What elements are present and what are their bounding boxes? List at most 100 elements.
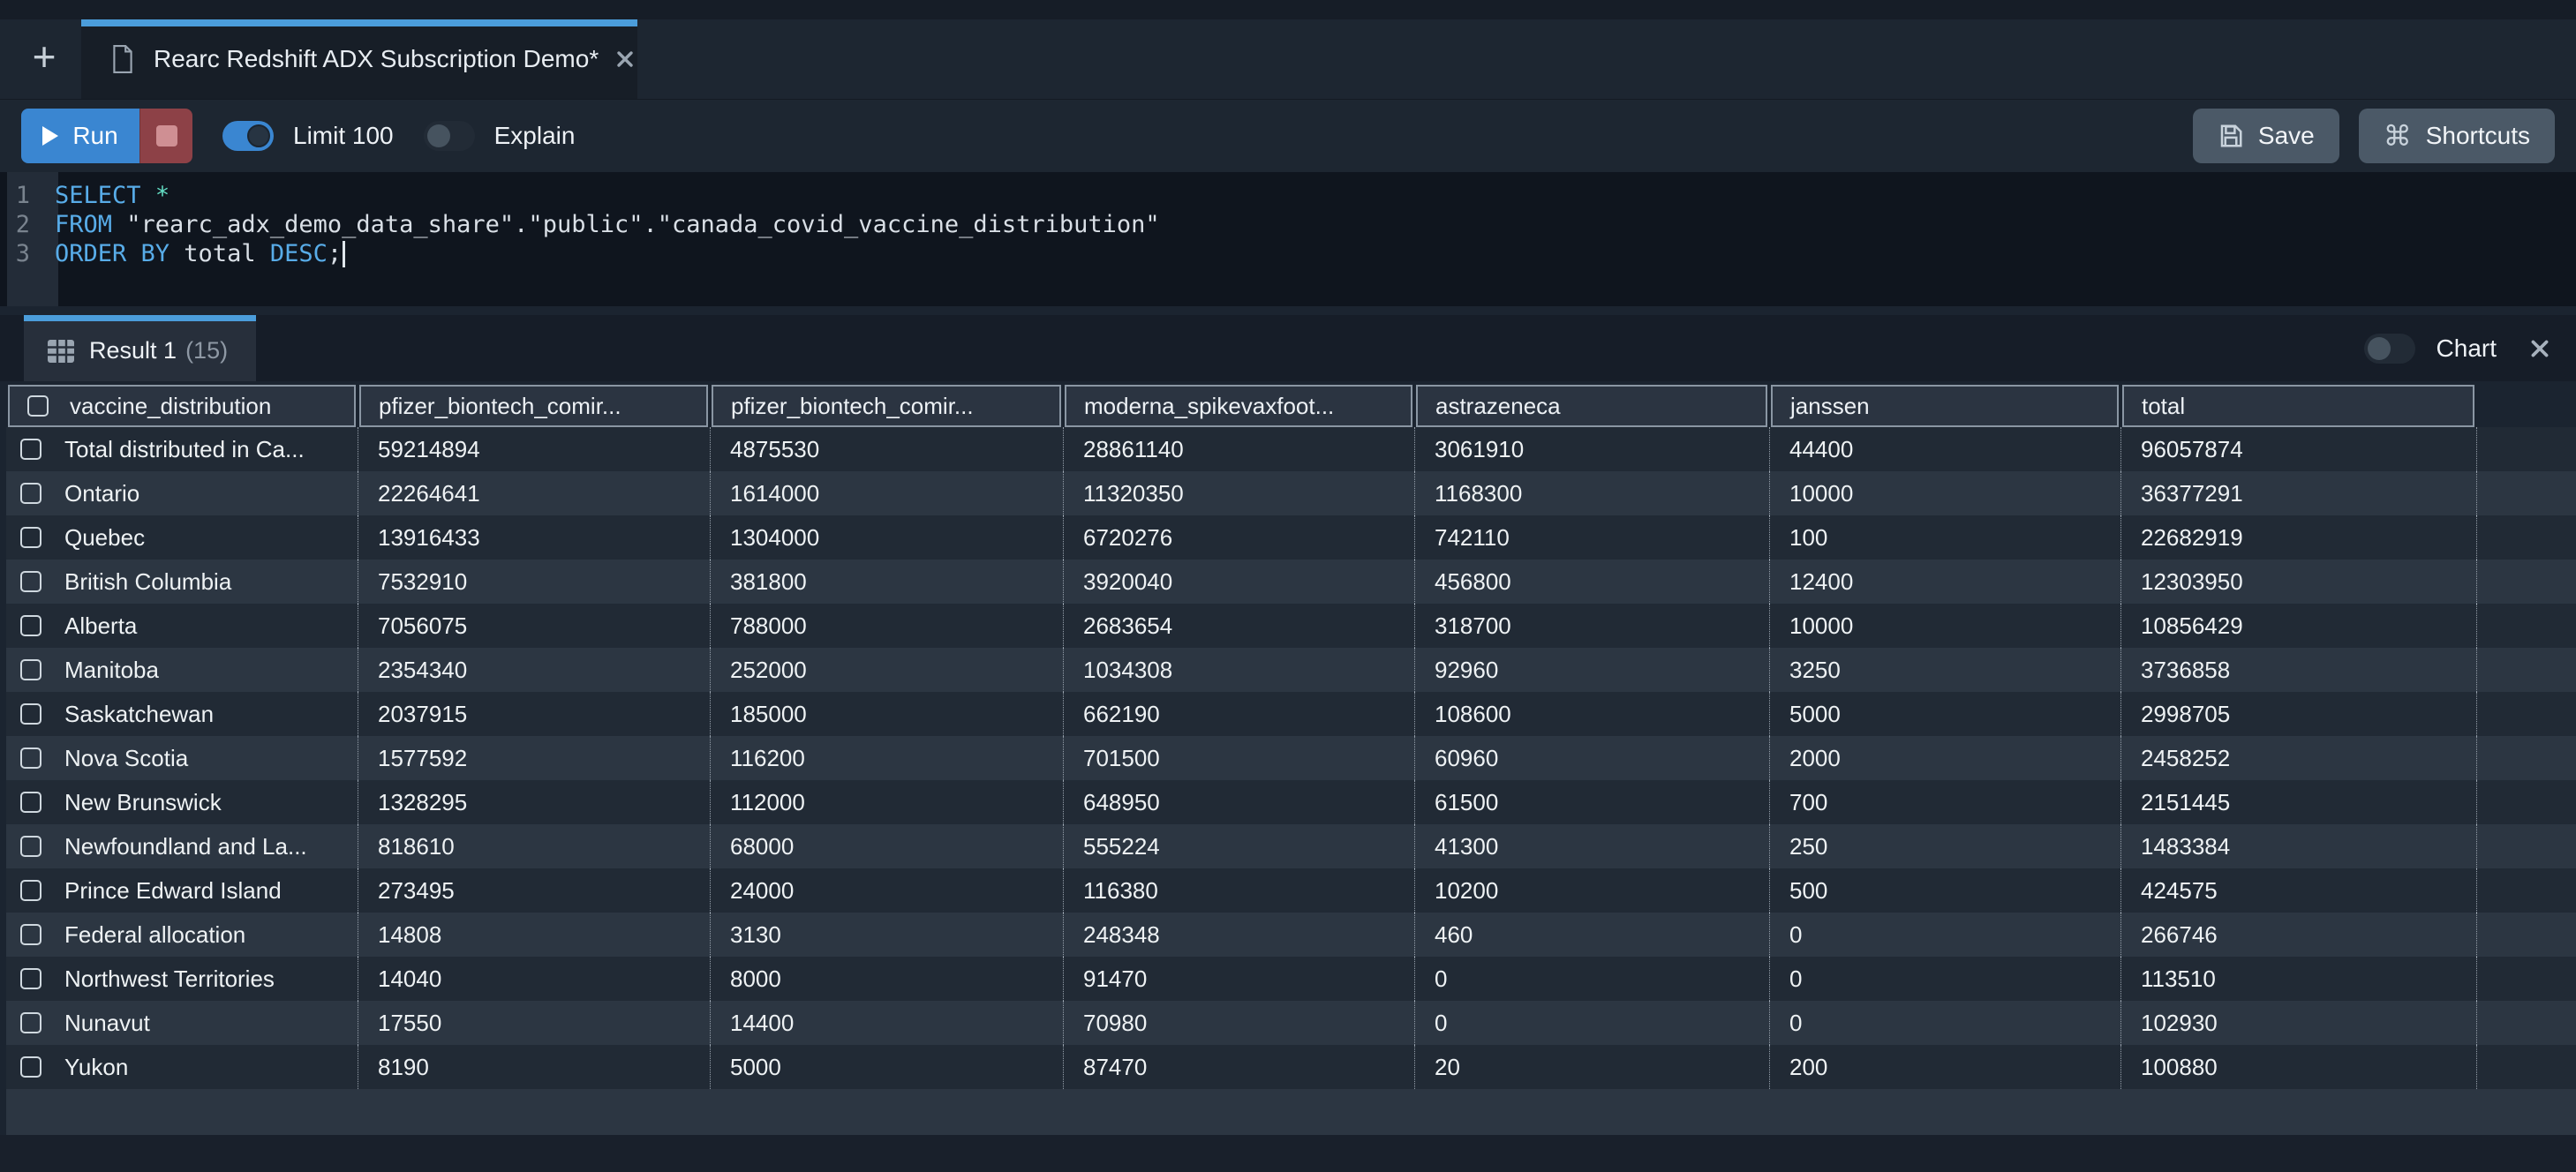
- row-checkbox[interactable]: [20, 527, 41, 548]
- sql-editor[interactable]: 1SELECT *2FROM "rearc_adx_demo_data_shar…: [0, 172, 2576, 306]
- row-checkbox[interactable]: [20, 703, 41, 725]
- column-header[interactable]: pfizer_biontech_comir...: [712, 385, 1061, 427]
- cell: 3736858: [2120, 648, 2476, 692]
- cell-value: 10000: [1789, 612, 1853, 640]
- table-row: Nova Scotia15775921162007015006096020002…: [6, 736, 2576, 780]
- column-header[interactable]: vaccine_distribution: [8, 385, 356, 427]
- cell-value: 250: [1789, 833, 1827, 860]
- cell: 8000: [710, 957, 1063, 1001]
- cell: 273495: [358, 868, 710, 913]
- row-checkbox[interactable]: [20, 836, 41, 857]
- bottom-background: [0, 1135, 2576, 1172]
- save-button[interactable]: Save: [2193, 109, 2339, 163]
- tab-title: Rearc Redshift ADX Subscription Demo*: [154, 45, 599, 73]
- cell-value: 273495: [378, 877, 455, 905]
- row-checkbox[interactable]: [20, 880, 41, 901]
- row-checkbox[interactable]: [20, 748, 41, 769]
- row-checkbox[interactable]: [20, 439, 41, 460]
- limit-toggle[interactable]: [222, 121, 274, 151]
- cell-value: 701500: [1083, 745, 1160, 772]
- cell-value: 100: [1789, 524, 1827, 552]
- cell: 17550: [358, 1001, 710, 1045]
- cell: 318700: [1414, 604, 1769, 648]
- cell: Federal allocation: [6, 913, 358, 957]
- code-token: ;: [328, 240, 342, 267]
- run-button[interactable]: Run: [21, 109, 139, 163]
- cell: 2037915: [358, 692, 710, 736]
- command-icon: ⌘: [2384, 122, 2412, 150]
- cell: 2683654: [1063, 604, 1414, 648]
- cell: 5000: [710, 1045, 1063, 1089]
- cell-value: Alberta: [64, 612, 137, 640]
- cell-value: 248348: [1083, 921, 1160, 949]
- cell: 22682919: [2120, 515, 2476, 560]
- cell: 87470: [1063, 1045, 1414, 1089]
- cell-value: 70980: [1083, 1010, 1147, 1037]
- row-checkbox[interactable]: [20, 1012, 41, 1033]
- row-checkbox[interactable]: [20, 1056, 41, 1078]
- row-checkbox[interactable]: [20, 924, 41, 945]
- cell-value: 3061910: [1435, 436, 1524, 463]
- cell: 266746: [2120, 913, 2476, 957]
- cell-value: 92960: [1435, 657, 1498, 684]
- table-row: Federal allocation1480831302483484600266…: [6, 913, 2576, 957]
- table-row: Total distributed in Ca...59214894487553…: [6, 427, 2576, 471]
- cell: Prince Edward Island: [6, 868, 358, 913]
- results-close-icon[interactable]: [2528, 337, 2551, 360]
- editor-tab[interactable]: Rearc Redshift ADX Subscription Demo*: [81, 19, 637, 99]
- cell: 1328295: [358, 780, 710, 824]
- cell: 1168300: [1414, 471, 1769, 515]
- row-checkbox[interactable]: [20, 571, 41, 592]
- cell: 2458252: [2120, 736, 2476, 780]
- stop-button[interactable]: [139, 109, 192, 163]
- cell: 6720276: [1063, 515, 1414, 560]
- cell: 200: [1769, 1045, 2120, 1089]
- cell: 100: [1769, 515, 2120, 560]
- column-header[interactable]: astrazeneca: [1416, 385, 1767, 427]
- tab-close-icon[interactable]: [614, 49, 636, 70]
- cell-value: 2458252: [2141, 745, 2230, 772]
- cell: 13916433: [358, 515, 710, 560]
- chart-toggle[interactable]: [2364, 334, 2415, 364]
- cell: 24000: [710, 868, 1063, 913]
- cell-value: 17550: [378, 1010, 441, 1037]
- limit-label: Limit 100: [293, 122, 394, 150]
- cell: 5000: [1769, 692, 2120, 736]
- cell-value: Northwest Territories: [64, 965, 275, 993]
- cell-value: 2998705: [2141, 701, 2230, 728]
- cell: 662190: [1063, 692, 1414, 736]
- header-filler: [2476, 385, 2576, 427]
- row-checkbox[interactable]: [20, 659, 41, 680]
- row-checkbox[interactable]: [20, 792, 41, 813]
- row-checkbox[interactable]: [20, 483, 41, 504]
- column-header[interactable]: moderna_spikevaxfoot...: [1065, 385, 1412, 427]
- column-header[interactable]: total: [2122, 385, 2474, 427]
- select-all-checkbox[interactable]: [27, 395, 49, 417]
- cell: Saskatchewan: [6, 692, 358, 736]
- cell: 424575: [2120, 868, 2476, 913]
- cell: 44400: [1769, 427, 2120, 471]
- column-header-label: pfizer_biontech_comir...: [379, 393, 621, 420]
- code-token: total: [169, 240, 270, 267]
- result-tab[interactable]: Result 1 (15): [24, 315, 256, 381]
- table-icon: [47, 339, 75, 364]
- new-tab-button[interactable]: +: [25, 35, 64, 78]
- cell: Yukon: [6, 1045, 358, 1089]
- cell: Manitoba: [6, 648, 358, 692]
- row-checkbox[interactable]: [20, 615, 41, 636]
- cell-value: 252000: [730, 657, 807, 684]
- cell: 3130: [710, 913, 1063, 957]
- cell: 10000: [1769, 471, 2120, 515]
- cell: 1483384: [2120, 824, 2476, 868]
- column-header[interactable]: janssen: [1771, 385, 2119, 427]
- panel-divider[interactable]: [0, 306, 2576, 315]
- table-row: Saskatchewan2037915185000662190108600500…: [6, 692, 2576, 736]
- cell: 7056075: [358, 604, 710, 648]
- tab-bar: + Rearc Redshift ADX Subscription Demo*: [0, 0, 2576, 99]
- column-header[interactable]: pfizer_biontech_comir...: [359, 385, 708, 427]
- cell: British Columbia: [6, 560, 358, 604]
- code-token: *: [155, 182, 169, 209]
- shortcuts-button[interactable]: ⌘ Shortcuts: [2359, 109, 2555, 163]
- explain-toggle[interactable]: [424, 121, 475, 151]
- row-checkbox[interactable]: [20, 968, 41, 989]
